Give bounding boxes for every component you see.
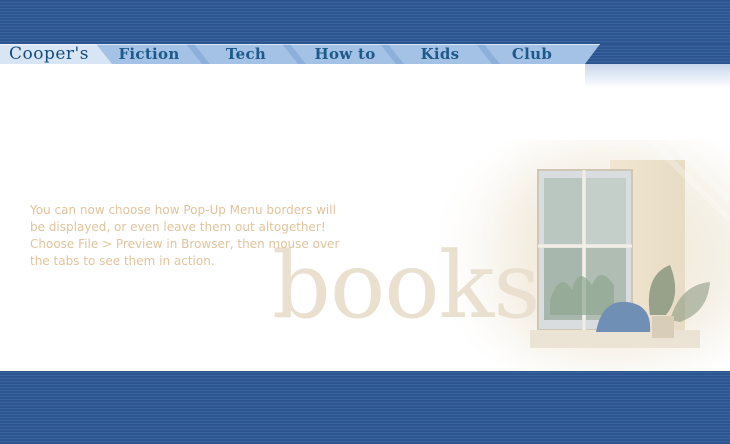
tab-how-to[interactable]: How to [298, 44, 392, 64]
intro-line: the tabs to see them in action. [30, 254, 215, 268]
intro-line: Choose File > Preview in Browser, then m… [30, 237, 340, 251]
tab-home-coopers[interactable]: Cooper's [0, 44, 98, 64]
top-header-band [0, 0, 730, 44]
tab-fiction[interactable]: Fiction [104, 44, 194, 64]
tab-tech[interactable]: Tech [202, 44, 290, 64]
intro-text: You can now choose how Pop-Up Menu borde… [30, 202, 370, 270]
tab-kids[interactable]: Kids [396, 44, 484, 64]
tabbar-shadow [585, 64, 730, 88]
top-header-band-corner [585, 44, 730, 64]
bottom-footer-band [0, 371, 730, 444]
intro-line: be displayed, or even leave them out alt… [30, 220, 326, 234]
intro-line: You can now choose how Pop-Up Menu borde… [30, 203, 336, 217]
main-navigation: Cooper's Fiction Tech How to Kids Club [0, 44, 600, 64]
tab-club[interactable]: Club [492, 44, 572, 64]
